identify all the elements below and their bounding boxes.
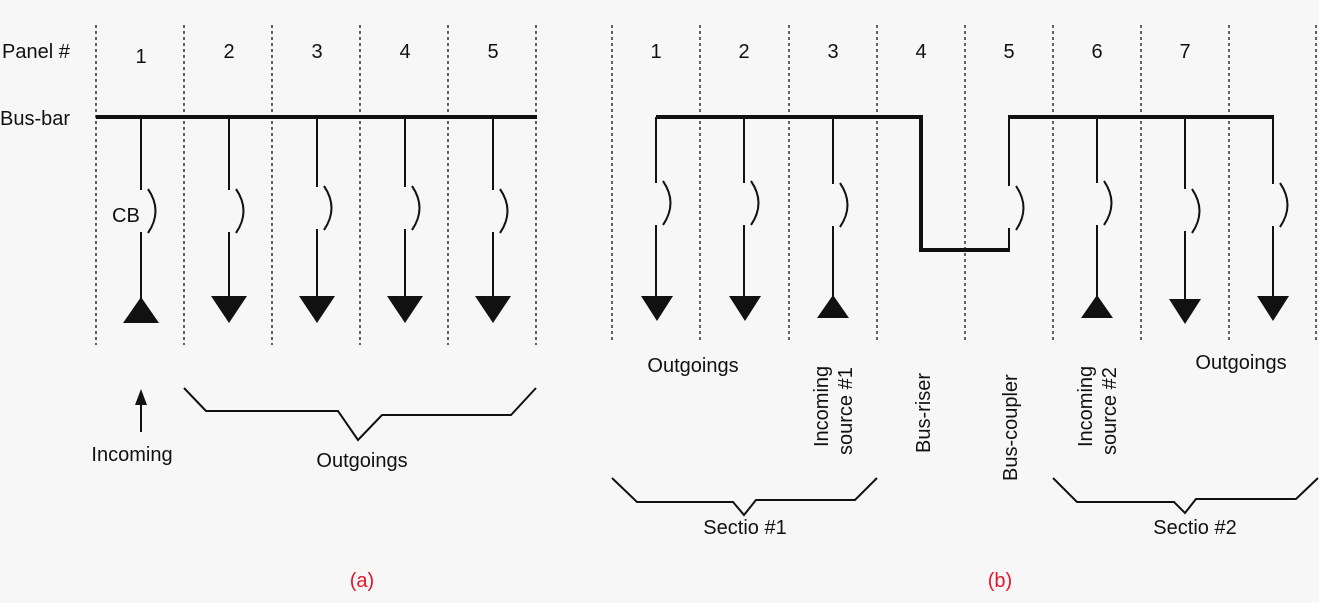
feeder-outgoing: [641, 117, 673, 321]
triangle-down-icon: [1257, 296, 1289, 321]
caption-a: (a): [350, 570, 374, 592]
triangle-down-icon: [299, 296, 335, 323]
feeder-outgoing: [387, 117, 423, 323]
panel-number: 6: [1091, 41, 1102, 63]
triangle-down-icon: [475, 296, 511, 323]
triangle-up-icon: [817, 295, 849, 318]
panel-number: 7: [1179, 41, 1190, 63]
triangle-down-icon: [641, 296, 673, 321]
section-2-brace: [1052, 477, 1319, 515]
triangle-up-icon: [123, 297, 159, 323]
busbar-row-label: Bus-bar: [0, 108, 70, 130]
caption-b: (b): [988, 570, 1012, 592]
incoming-source-2-label-line2: source #2: [1099, 367, 1121, 455]
panel-number: 2: [738, 41, 749, 63]
panel-number-row-label: Panel #: [2, 41, 71, 63]
circuit-breaker-icon: [1191, 188, 1201, 234]
panel-number: 5: [487, 41, 498, 63]
incoming-source-1-label: Incoming: [811, 366, 833, 447]
feeder-incoming: [1081, 117, 1113, 318]
panel-number: 1: [650, 41, 661, 63]
feeder-outgoing: [729, 117, 761, 321]
triangle-up-icon: [1081, 295, 1113, 318]
triangle-down-icon: [729, 296, 761, 321]
triangle-down-icon: [1169, 299, 1201, 324]
incoming-source-1-label-line2: source #1: [835, 367, 857, 455]
circuit-breaker-icon: [1103, 180, 1113, 226]
circuit-breaker-icon: [499, 188, 509, 234]
triangle-down-icon: [211, 296, 247, 323]
circuit-breaker-icon: [411, 185, 421, 231]
bus-coupler-label: Bus-coupler: [1000, 374, 1022, 481]
switchgear-diagram: Panel # Bus-bar 1 2 3 4 5 CB Incoming Ou…: [0, 0, 1319, 603]
feeder-incoming: [817, 117, 849, 318]
circuit-breaker-icon: [1015, 185, 1025, 231]
circuit-breaker-icon: [323, 185, 333, 231]
circuit-breaker-icon: [839, 182, 849, 228]
panel-number: 4: [399, 41, 410, 63]
feeder-outgoing: [1257, 117, 1289, 321]
section-1-label: Sectio #1: [703, 517, 786, 539]
outgoings-left-label: Outgoings: [647, 355, 738, 377]
circuit-breaker-icon: [235, 188, 245, 234]
section-1-brace: [611, 477, 878, 517]
circuit-breaker-icon: [147, 188, 157, 234]
diagram-svg: Panel # Bus-bar 1 2 3 4 5 CB Incoming Ou…: [0, 25, 1319, 592]
incoming-source-2-label: Incoming: [1075, 366, 1097, 447]
bus-coupler-breaker: [1008, 117, 1025, 250]
feeder-outgoing: [475, 117, 511, 323]
cb-label: CB: [112, 205, 140, 227]
panel-number: 3: [827, 41, 838, 63]
panel-dividers-b: [611, 25, 1317, 343]
panel-number: 5: [1003, 41, 1014, 63]
section-2-label: Sectio #2: [1153, 517, 1236, 539]
triangle-down-icon: [387, 296, 423, 323]
outgoings-right-label: Outgoings: [1195, 352, 1286, 374]
circuit-breaker-icon: [750, 180, 760, 226]
outgoings-brace: [183, 387, 537, 442]
panel-number: 3: [311, 41, 322, 63]
circuit-breaker-icon: [1279, 182, 1289, 228]
arrow-up-icon: [135, 389, 147, 432]
feeder-outgoing: [299, 117, 335, 323]
feeder-outgoing: [1169, 117, 1201, 324]
panel-number: 2: [223, 41, 234, 63]
feeder-outgoing: [211, 117, 247, 323]
outgoings-label: Outgoings: [316, 450, 407, 472]
diagram-a: Panel # Bus-bar 1 2 3 4 5 CB Incoming Ou…: [0, 25, 537, 592]
diagram-b: 1 2 3 4 5 6 7 Outgoings Incoming source …: [611, 25, 1319, 592]
incoming-label: Incoming: [91, 444, 172, 466]
circuit-breaker-icon: [662, 180, 672, 226]
panel-number: 1: [135, 46, 146, 68]
bus-riser-label: Bus-riser: [913, 373, 935, 453]
panel-number: 4: [915, 41, 926, 63]
